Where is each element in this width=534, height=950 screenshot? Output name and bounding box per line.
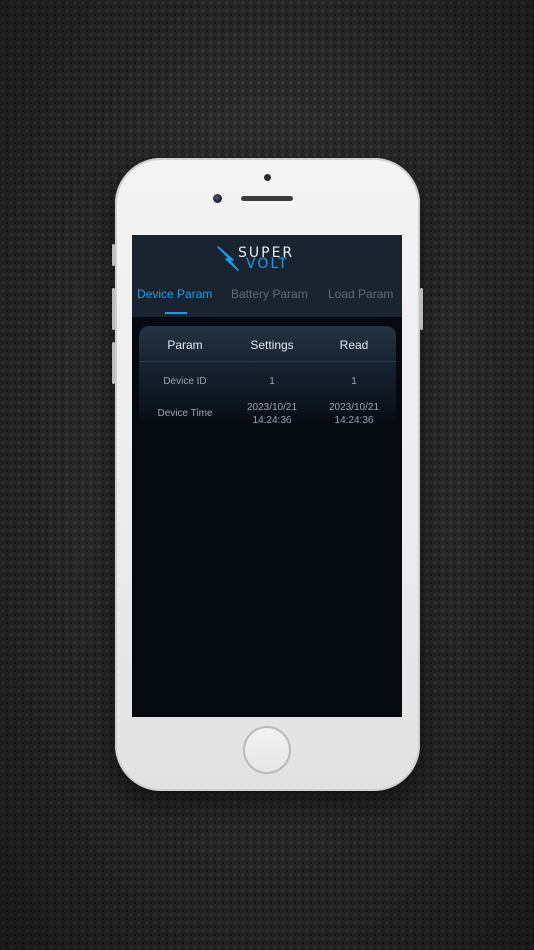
device-id-label: Device ID bbox=[163, 376, 207, 387]
tab-device-param[interactable]: Device Param bbox=[137, 287, 212, 301]
phone-frame: SUPER VOLT Device Param Battery Param Lo… bbox=[112, 158, 423, 791]
logo-text-volt: VOLT bbox=[246, 256, 289, 272]
volume-down-button bbox=[112, 342, 115, 384]
device-id-read: 1 bbox=[351, 376, 357, 387]
device-time-read-date: 2023/10/21 bbox=[328, 402, 380, 413]
app-header: SUPER VOLT Device Param Battery Param Lo… bbox=[132, 235, 402, 317]
front-camera bbox=[213, 194, 222, 203]
device-time-label: Device Time bbox=[157, 408, 213, 419]
header-settings: Settings bbox=[250, 338, 294, 352]
param-table: Param Settings Read Device ID 1 1 Device… bbox=[139, 326, 396, 426]
power-button bbox=[420, 288, 423, 330]
table-header: Param Settings Read bbox=[139, 326, 396, 362]
supervolt-logo: SUPER VOLT bbox=[216, 245, 316, 272]
tab-bar: Device Param Battery Param Load Param bbox=[132, 287, 402, 317]
volume-up-button bbox=[112, 288, 115, 330]
app-screen: SUPER VOLT Device Param Battery Param Lo… bbox=[132, 235, 402, 717]
device-time-settings-time[interactable]: 14:24:36 bbox=[231, 415, 313, 427]
tab-battery-param[interactable]: Battery Param bbox=[231, 287, 308, 301]
header-read: Read bbox=[339, 338, 369, 352]
home-button[interactable] bbox=[243, 726, 291, 774]
device-id-settings[interactable]: 1 bbox=[231, 376, 313, 388]
mute-switch bbox=[112, 244, 115, 266]
header-param: Param bbox=[167, 338, 203, 352]
proximity-sensor bbox=[264, 174, 271, 181]
device-time-read-time: 14:24:36 bbox=[334, 415, 374, 426]
device-time-settings-date[interactable]: 2023/10/21 bbox=[231, 402, 313, 414]
earpiece-speaker bbox=[241, 196, 293, 201]
tab-load-param[interactable]: Load Param bbox=[328, 287, 393, 301]
active-tab-indicator bbox=[165, 312, 187, 314]
